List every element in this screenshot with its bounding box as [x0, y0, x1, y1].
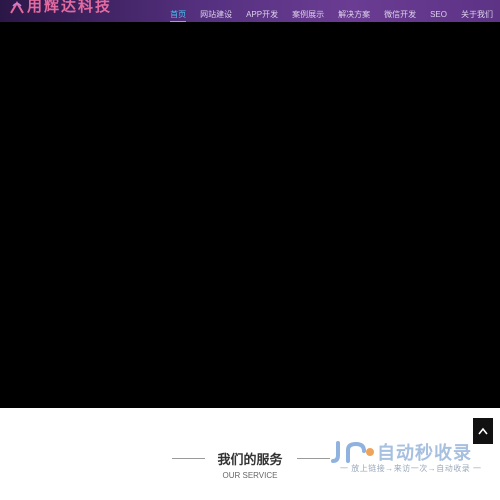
top-navbar: 用辉达科技 首页 网站建设 APP开发 案例展示 解决方案 微信开发 SEO 关…: [0, 0, 500, 22]
title-divider-right: [297, 458, 330, 459]
watermark-title: 自动秒收录: [377, 443, 472, 463]
nav-item-wechat-development[interactable]: 微信开发: [377, 0, 423, 22]
logo-text: 用辉达科技: [27, 0, 113, 14]
nav-item-about-us[interactable]: 关于我们: [454, 0, 500, 22]
nav-item-home[interactable]: 首页: [163, 0, 193, 22]
nav-item-seo[interactable]: SEO: [423, 0, 454, 22]
chevron-up-icon: [478, 427, 488, 435]
nav-item-app-development[interactable]: APP开发: [239, 0, 285, 22]
nav-item-website-building[interactable]: 网站建设: [193, 0, 239, 22]
watermark-badge: 自动秒收录 一 放上链接→来访一次→自动收录 一: [330, 440, 488, 476]
logo-mark-icon: [10, 1, 24, 14]
jr-logo-icon: [331, 441, 374, 463]
hero-banner: [0, 22, 500, 408]
site-logo[interactable]: 用辉达科技: [10, 0, 112, 14]
section-subtitle: OUR SERVICE: [222, 471, 278, 480]
nav-item-solutions[interactable]: 解决方案: [331, 0, 377, 22]
main-nav: 首页 网站建设 APP开发 案例展示 解决方案 微信开发 SEO 关于我们: [163, 0, 500, 22]
nav-item-cases[interactable]: 案例展示: [285, 0, 331, 22]
section-title: 我们的服务: [217, 452, 283, 467]
watermark-subtitle: 一 放上链接→来访一次→自动收录 一: [340, 464, 482, 473]
